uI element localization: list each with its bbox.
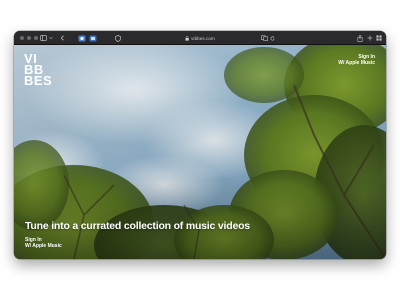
hero-headline: Tune into a currated collection of music… [25,220,250,232]
share-icon[interactable] [357,34,363,42]
shield-icon[interactable] [115,34,121,42]
window-controls [20,36,38,40]
new-tab-icon[interactable] [367,34,373,42]
tab-overview-icon[interactable] [376,34,382,42]
browser-window: vibbes.com VI BB BES Sign In W/ Apple Mu… [14,31,386,259]
apple-music-label: W/ Apple Music [25,243,62,249]
extension-icon[interactable] [89,34,97,42]
sidebar-toggle-icon[interactable] [40,34,47,42]
chevron-down-icon[interactable] [49,34,53,42]
site-logo[interactable]: VI BB BES [24,52,53,88]
translate-icon[interactable] [261,34,268,42]
apple-music-label: W/ Apple Music [338,60,375,66]
sign-in-apple-music-link-top[interactable]: Sign In W/ Apple Music [338,54,375,66]
logo-line: BES [24,73,53,88]
address-bar[interactable]: vibbes.com [185,34,215,42]
close-window-button[interactable] [20,36,24,40]
lock-icon [185,35,189,41]
zoom-window-button[interactable] [34,36,38,40]
browser-toolbar: vibbes.com [14,31,386,45]
page-content: VI BB BES Sign In W/ Apple Music Tune in… [14,45,386,259]
sign-in-apple-music-link-bottom[interactable]: Sign In W/ Apple Music [25,237,62,249]
minimize-window-button[interactable] [27,36,31,40]
url-text: vibbes.com [191,35,215,41]
reload-icon[interactable] [270,34,275,42]
extension-icon[interactable] [78,34,86,42]
back-chevron-icon[interactable] [60,34,65,42]
